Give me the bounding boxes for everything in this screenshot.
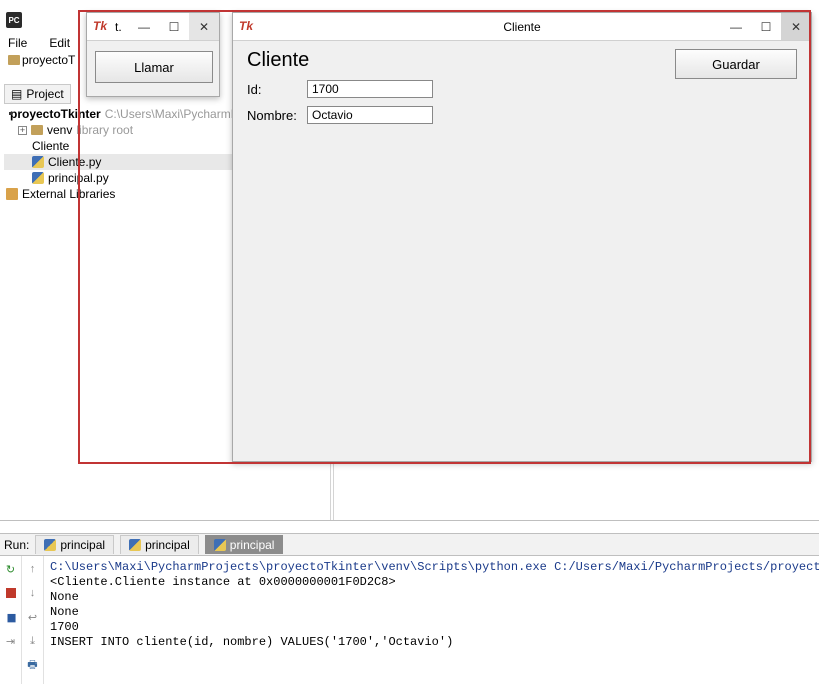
- window-title: t.: [115, 20, 122, 34]
- console-line: 1700: [50, 620, 79, 634]
- tree-cliente[interactable]: Cliente: [4, 138, 234, 154]
- console-line: INSERT INTO cliente(id, nombre) VALUES('…: [50, 635, 453, 649]
- close-button[interactable]: ✕: [189, 13, 219, 40]
- tk-launcher-window: Tk t. — ☐ ✕ Llamar: [86, 12, 220, 97]
- expand-icon[interactable]: +: [18, 126, 27, 135]
- stop-button[interactable]: [4, 586, 18, 600]
- console-line: None: [50, 590, 79, 604]
- tree-root[interactable]: proyectoTkinter C:\Users\Maxi\PycharmP: [4, 106, 234, 122]
- window-title: Cliente: [503, 20, 540, 34]
- python-file-icon: [129, 539, 141, 551]
- tree-venv-hint: library root: [76, 122, 133, 138]
- menu-file[interactable]: File: [4, 34, 31, 52]
- run-toolwindow: Run: principal principal principal ↻ ▮▮ …: [0, 533, 819, 684]
- minimize-button[interactable]: —: [721, 13, 751, 40]
- python-file-icon: [44, 539, 56, 551]
- breadcrumb: proyectoT: [8, 53, 75, 67]
- run-tab-label: principal: [60, 538, 105, 552]
- python-file-icon: [32, 172, 44, 184]
- down-button[interactable]: ↓: [26, 586, 40, 600]
- run-tab-3-active[interactable]: principal: [205, 535, 284, 554]
- project-toolwindow-tab[interactable]: ▤ Project: [4, 84, 71, 104]
- run-tab-label: principal: [230, 538, 275, 552]
- maximize-button[interactable]: ☐: [751, 13, 781, 40]
- print-button[interactable]: 🖶: [26, 658, 40, 672]
- breadcrumb-root[interactable]: proyectoT: [22, 53, 75, 67]
- cliente-window: Tk Cliente — ☐ ✕ Cliente Guardar Id: Nom…: [232, 12, 812, 462]
- id-input[interactable]: [307, 80, 433, 98]
- tree-venv-label: venv: [47, 122, 72, 138]
- tree-cliente-py-label: Cliente.py: [48, 154, 101, 170]
- run-gutter-secondary: ↑ ↓ ↩ ⤓ 🖶: [22, 556, 44, 684]
- tree-cliente-py[interactable]: Cliente.py: [4, 154, 234, 170]
- folder-icon: [8, 55, 20, 65]
- up-button[interactable]: ↑: [26, 562, 40, 576]
- close-button[interactable]: ✕: [781, 13, 811, 40]
- tree-root-path: C:\Users\Maxi\PycharmP: [105, 106, 239, 122]
- console-line: None: [50, 605, 79, 619]
- project-tree[interactable]: proyectoTkinter C:\Users\Maxi\PycharmP +…: [4, 106, 234, 202]
- python-file-icon: [214, 539, 226, 551]
- console-line: <Cliente.Cliente instance at 0x000000000…: [50, 575, 396, 589]
- pause-button[interactable]: ▮▮: [4, 610, 18, 624]
- id-label: Id:: [247, 82, 299, 97]
- run-gutter-primary: ↻ ▮▮ ⇥: [0, 556, 22, 684]
- console-line: C:\Users\Maxi\PycharmProjects\proyectoTk…: [50, 560, 819, 574]
- project-toolwindow-label: Project: [26, 87, 63, 101]
- library-icon: [6, 188, 18, 200]
- tree-external-libs[interactable]: External Libraries: [4, 186, 234, 202]
- run-header: Run: principal principal principal: [0, 534, 819, 556]
- run-tab-label: principal: [145, 538, 190, 552]
- tk-icon: Tk: [93, 19, 109, 35]
- folder-icon: [31, 125, 43, 135]
- tree-principal-py[interactable]: principal.py: [4, 170, 234, 186]
- menu-edit[interactable]: Edit: [45, 34, 74, 52]
- tree-venv[interactable]: + venv library root: [4, 122, 234, 138]
- python-file-icon: [32, 156, 44, 168]
- scroll-end-button[interactable]: ⤓: [26, 634, 40, 648]
- titlebar[interactable]: Tk t. — ☐ ✕: [87, 13, 219, 41]
- tree-external-label: External Libraries: [22, 186, 115, 202]
- rerun-button[interactable]: ↻: [4, 562, 18, 576]
- titlebar[interactable]: Tk Cliente — ☐ ✕: [233, 13, 811, 41]
- softwrap-button[interactable]: ↩: [26, 610, 40, 624]
- tree-principal-py-label: principal.py: [48, 170, 109, 186]
- console-output[interactable]: C:\Users\Maxi\PycharmProjects\proyectoTk…: [44, 556, 819, 684]
- project-toolwindow-icon: ▤: [11, 87, 22, 101]
- llamar-button[interactable]: Llamar: [95, 51, 213, 83]
- run-label: Run:: [4, 538, 29, 552]
- nombre-input[interactable]: [307, 106, 433, 124]
- tk-icon: Tk: [239, 19, 255, 35]
- guardar-button[interactable]: Guardar: [675, 49, 797, 79]
- nombre-label: Nombre:: [247, 108, 299, 123]
- tree-cliente-label: Cliente: [32, 138, 69, 154]
- splitter-handle[interactable]: [330, 464, 334, 520]
- tree-root-label: proyectoTkinter: [10, 106, 101, 122]
- ide-logo-icon: PC: [6, 12, 22, 28]
- maximize-button[interactable]: ☐: [159, 13, 189, 40]
- run-tab-2[interactable]: principal: [120, 535, 199, 554]
- exit-button[interactable]: ⇥: [4, 634, 18, 648]
- run-tab-1[interactable]: principal: [35, 535, 114, 554]
- divider: [0, 520, 819, 521]
- minimize-button[interactable]: —: [129, 13, 159, 40]
